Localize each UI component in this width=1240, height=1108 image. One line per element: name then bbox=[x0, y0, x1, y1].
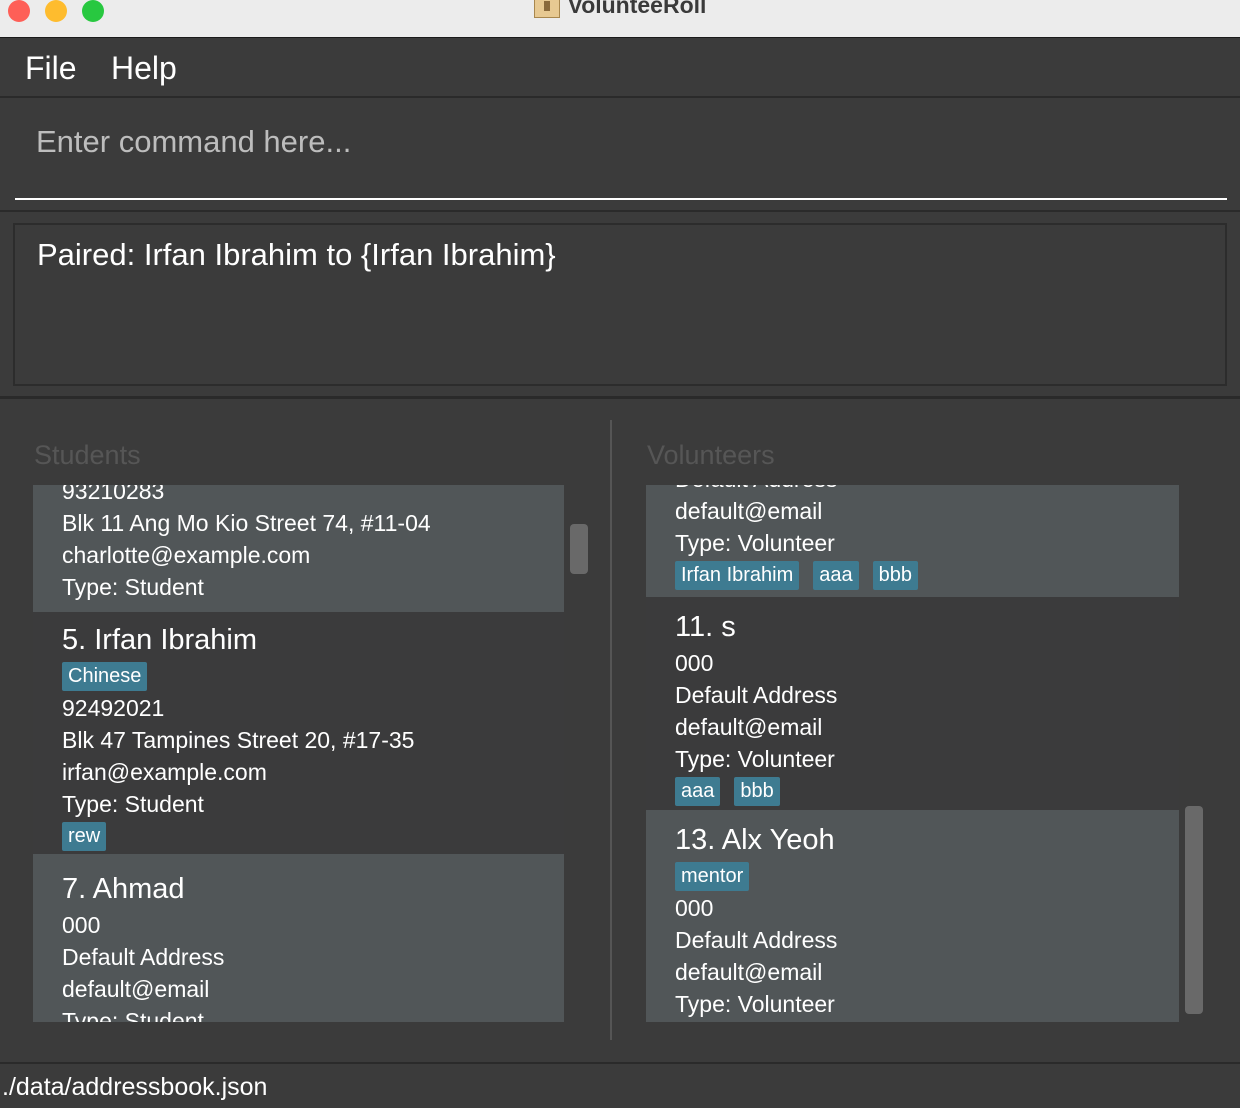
tag: bbb bbox=[734, 776, 780, 806]
student-type: Type: Student bbox=[62, 791, 204, 817]
volunteer-top-tags: mentor bbox=[675, 860, 1179, 892]
result-display: Paired: Irfan Ibrahim to {Irfan Ibrahim} bbox=[13, 223, 1227, 386]
tag: mentor bbox=[675, 861, 750, 891]
student-address: Blk 47 Tampines Street 20, #17-35 bbox=[62, 727, 415, 753]
window-title-group: VolunteeRoll bbox=[0, 0, 1240, 19]
tag: rew bbox=[62, 821, 107, 851]
volunteer-tags: Irfan Ibrahim aaa bbb bbox=[675, 559, 1179, 591]
tag: aaa bbox=[813, 560, 859, 590]
student-address: Default Address bbox=[62, 944, 225, 970]
volunteer-name: 11. s bbox=[675, 611, 736, 643]
student-tags: rew bbox=[62, 820, 564, 852]
volunteer-type: Type: Volunteer bbox=[675, 530, 835, 556]
tag: bbb bbox=[872, 560, 919, 590]
volunteers-panel-title: Volunteers bbox=[647, 440, 775, 470]
status-bar: ./data/addressbook.json bbox=[0, 1062, 1240, 1108]
save-location: ./data/addressbook.json bbox=[2, 1073, 268, 1101]
volunteer-type: Type: Volunteer bbox=[675, 991, 835, 1017]
panel-split-divider[interactable] bbox=[610, 420, 612, 1040]
volunteer-email: default@email bbox=[675, 714, 823, 740]
volunteer-card[interactable]: Default Address default@email Type: Volu… bbox=[646, 485, 1179, 597]
student-address: Blk 11 Ang Mo Kio Street 74, #11-04 bbox=[62, 510, 431, 536]
student-email: irfan@example.com bbox=[62, 759, 267, 785]
student-top-tags: Chinese bbox=[62, 660, 564, 692]
student-name: 7. Ahmad bbox=[62, 873, 185, 905]
student-card[interactable]: 93210283 Blk 11 Ang Mo Kio Street 74, #1… bbox=[33, 485, 564, 612]
horizontal-divider bbox=[0, 396, 1240, 399]
volunteer-email: default@email bbox=[675, 498, 823, 524]
command-input[interactable] bbox=[15, 100, 1227, 200]
volunteers-list[interactable]: Default Address default@email Type: Volu… bbox=[646, 485, 1179, 1022]
volunteers-scrollbar[interactable] bbox=[1185, 806, 1203, 1014]
student-card[interactable]: 7. Ahmad 000 Default Address default@ema… bbox=[33, 854, 564, 1022]
volunteer-address: Default Address bbox=[675, 682, 838, 708]
volunteer-tags: aaa bbb bbox=[675, 775, 1179, 807]
app-icon bbox=[533, 0, 560, 18]
tag: Chinese bbox=[62, 661, 148, 691]
student-phone: 000 bbox=[62, 912, 101, 938]
menu-file[interactable]: File bbox=[25, 50, 77, 87]
student-email: default@email bbox=[62, 976, 210, 1002]
student-phone: 92492021 bbox=[62, 695, 165, 721]
student-name: 5. Irfan Ibrahim bbox=[62, 624, 258, 656]
students-panel-title: Students bbox=[34, 440, 141, 470]
command-box bbox=[0, 100, 1240, 212]
volunteer-type: Type: Volunteer bbox=[675, 746, 835, 772]
result-message: Paired: Irfan Ibrahim to {Irfan Ibrahim} bbox=[37, 237, 556, 272]
volunteer-name: 13. Alx Yeoh bbox=[675, 824, 835, 856]
student-type: Type: Student bbox=[62, 1008, 204, 1022]
volunteer-card[interactable]: 13. Alx Yeoh mentor 000 Default Address … bbox=[646, 810, 1179, 1022]
student-card[interactable]: 5. Irfan Ibrahim Chinese 92492021 Blk 47… bbox=[33, 612, 564, 854]
student-email: charlotte@example.com bbox=[62, 542, 311, 568]
volunteer-address: Default Address bbox=[675, 927, 838, 953]
volunteer-email: default@email bbox=[675, 959, 823, 985]
students-list[interactable]: 93210283 Blk 11 Ang Mo Kio Street 74, #1… bbox=[33, 485, 564, 1022]
student-type: Type: Student bbox=[62, 574, 204, 600]
volunteer-phone: 000 bbox=[675, 895, 714, 921]
menu-help[interactable]: Help bbox=[111, 50, 177, 87]
menu-bar: File Help bbox=[0, 38, 1240, 98]
tag: Irfan Ibrahim bbox=[675, 560, 800, 590]
window-title: VolunteeRoll bbox=[567, 0, 707, 18]
window-titlebar: VolunteeRoll bbox=[0, 0, 1240, 38]
volunteer-card[interactable]: 11. s 000 Default Address default@email … bbox=[646, 597, 1179, 810]
volunteer-phone: 000 bbox=[675, 650, 714, 676]
student-phone: 93210283 bbox=[62, 485, 165, 504]
tag: aaa bbox=[675, 776, 721, 806]
volunteer-address: Default Address bbox=[675, 485, 1179, 495]
students-scrollbar[interactable] bbox=[570, 524, 588, 574]
